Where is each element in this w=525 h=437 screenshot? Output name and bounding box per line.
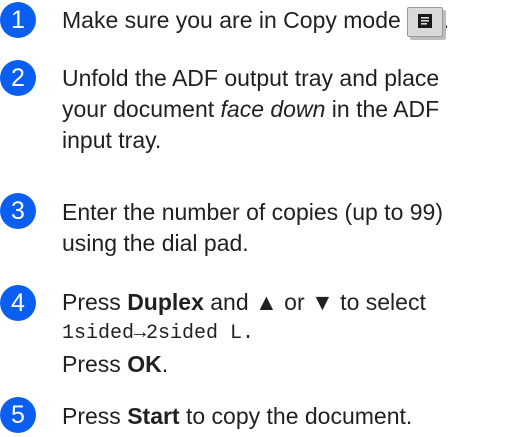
step-1-number: 1 <box>0 2 36 38</box>
step-1-text: Make sure you are in Copy mode. <box>62 5 517 37</box>
step-2-number: 2 <box>0 60 36 96</box>
step-3-line2: using the dial pad. <box>62 230 249 256</box>
copy-mode-button <box>406 6 443 37</box>
ok-key-label: OK <box>127 351 162 377</box>
step-2-text: Unfold the ADF output tray and place you… <box>62 63 517 156</box>
copy-mode-icon <box>417 13 432 28</box>
step-3-text: Enter the number of copies (up to 99) us… <box>62 197 517 259</box>
step-2-line2: your document face down in the ADF <box>62 96 440 122</box>
step-3-number: 3 <box>0 193 36 229</box>
step-4-text: Press Duplex and ▲ or ▼ to select 1sided… <box>62 287 517 380</box>
step-5-number: 5 <box>0 397 36 433</box>
step-5-text: Press Start to copy the document. <box>62 403 413 429</box>
step-4-line1: Press Duplex and ▲ or ▼ to select <box>62 289 426 315</box>
step-2-emphasis: face down <box>220 96 326 122</box>
step-1-line1-after: . <box>442 7 450 33</box>
step-1-line1: Make sure you are in Copy mode <box>62 7 401 33</box>
start-key-label: Start <box>127 403 180 429</box>
step-3-line1: Enter the number of copies (up to 99) <box>62 199 443 225</box>
duplex-key-label: Duplex <box>127 289 204 315</box>
step-4-lcd-text: 1sided→2sided L. <box>62 322 255 345</box>
step-4-number: 4 <box>0 285 36 321</box>
step-4-line3: Press OK. <box>62 351 169 377</box>
step-2-line3: input tray. <box>62 127 162 153</box>
step-2-line1: Unfold the ADF output tray and place <box>62 65 440 91</box>
